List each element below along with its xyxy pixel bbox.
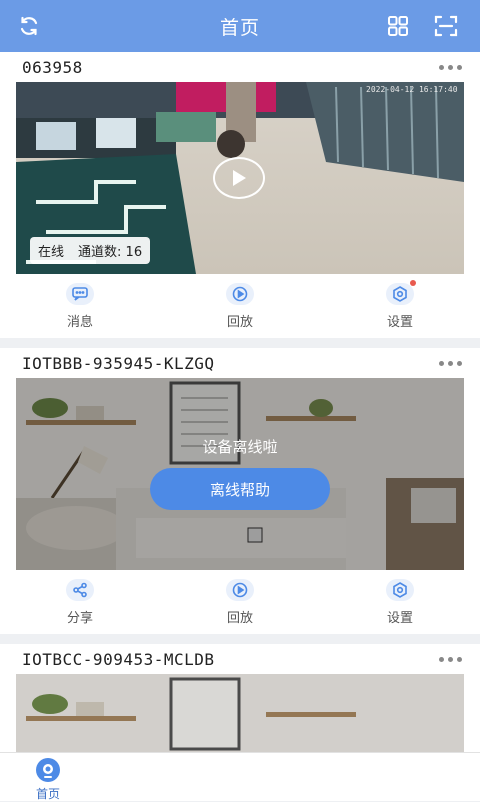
playback-icon (226, 578, 254, 601)
offline-message: 设备离线啦 (202, 438, 278, 456)
more-icon[interactable] (439, 64, 462, 70)
refresh-icon[interactable] (14, 11, 44, 41)
playback-label: 回放 (226, 610, 253, 626)
settings-label: 设置 (386, 314, 413, 330)
settings-button[interactable]: 设置 (320, 570, 480, 634)
share-icon (66, 578, 94, 601)
device-name: IOTBBB-935945-KLZGQ (22, 353, 215, 373)
settings-button[interactable]: 设置 (320, 274, 480, 338)
camera-timestamp: 2022-04-12 16:17:40 (366, 85, 458, 94)
tab-home[interactable]: 首页 (26, 757, 70, 802)
settings-icon (386, 279, 416, 305)
device-list[interactable]: 063958 2022-04-12 16:17:40 在线 通道数: 16 消息… (0, 52, 480, 752)
message-icon (66, 282, 94, 305)
settings-icon (386, 578, 414, 601)
settings-label: 设置 (386, 610, 413, 626)
playback-button[interactable]: 回放 (160, 274, 320, 338)
scan-icon[interactable] (431, 11, 461, 41)
device-card: IOTBCC-909453-MCLDB (0, 644, 480, 752)
device-name: IOTBCC-909453-MCLDB (22, 649, 215, 669)
grid-view-icon[interactable] (383, 11, 413, 41)
camera-preview[interactable] (16, 674, 464, 752)
camera-snapshot (16, 674, 464, 752)
status-text: 在线 (38, 245, 65, 260)
channels-count: 16 (125, 245, 143, 260)
message-label: 消息 (66, 314, 93, 330)
bottom-tab-bar: 首页 (0, 752, 480, 801)
page-title: 首页 (219, 16, 260, 39)
more-icon[interactable] (439, 360, 462, 366)
camera-preview[interactable]: 2022-04-12 16:17:40 在线 通道数: 16 (16, 82, 464, 274)
device-card: IOTBBB-935945-KLZGQ 设备离线啦 离线帮助 分享 回放 设置 (0, 348, 480, 634)
top-bar: 首页 (0, 0, 480, 52)
device-name: 063958 (22, 57, 83, 77)
playback-label: 回放 (226, 314, 253, 330)
notification-dot (410, 279, 416, 286)
playback-button[interactable]: 回放 (160, 570, 320, 634)
status-badge: 在线 通道数: 16 (30, 237, 151, 264)
camera-preview[interactable]: 设备离线啦 离线帮助 (16, 378, 464, 570)
device-card: 063958 2022-04-12 16:17:40 在线 通道数: 16 消息… (0, 52, 480, 338)
play-button[interactable] (213, 157, 265, 199)
message-button[interactable]: 消息 (0, 274, 160, 338)
tab-home-label: 首页 (35, 787, 60, 801)
home-icon (36, 758, 60, 782)
channels-label: 通道数: (78, 245, 122, 260)
playback-icon (226, 282, 254, 305)
share-label: 分享 (66, 610, 93, 626)
more-icon[interactable] (439, 656, 462, 662)
offline-help-button[interactable]: 离线帮助 (150, 468, 330, 510)
share-button[interactable]: 分享 (0, 570, 160, 634)
